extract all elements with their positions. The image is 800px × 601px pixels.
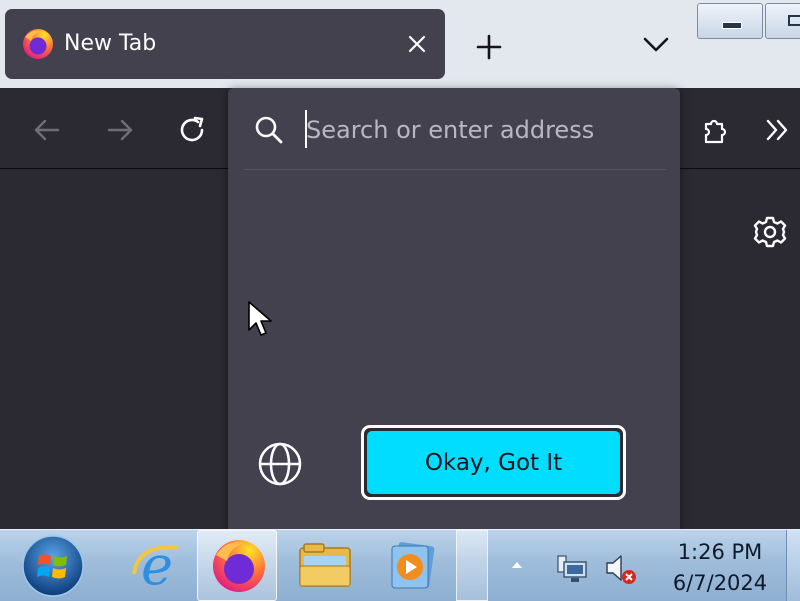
close-icon[interactable] xyxy=(402,29,432,59)
taskbar-file-explorer[interactable] xyxy=(284,530,364,601)
minimize-icon xyxy=(722,22,742,29)
okay-got-it-label: Okay, Got It xyxy=(367,431,620,494)
windows-start-orb[interactable] xyxy=(21,534,85,598)
tab-strip: New Tab xyxy=(0,0,800,88)
caret-up-icon[interactable] xyxy=(508,558,526,572)
arrow-right-icon[interactable] xyxy=(104,114,136,146)
svg-text:e: e xyxy=(141,536,173,594)
volume-muted-icon[interactable] xyxy=(603,550,639,586)
urlbar[interactable] xyxy=(228,88,680,170)
network-icon[interactable] xyxy=(554,550,590,586)
double-chevron-icon[interactable] xyxy=(762,114,794,146)
text-caret xyxy=(305,110,307,148)
firefox-icon xyxy=(23,29,53,59)
tab-title: New Tab xyxy=(64,31,157,56)
internet-explorer-icon: e xyxy=(132,536,179,594)
minimize-button[interactable] xyxy=(697,3,763,39)
okay-got-it-button[interactable]: Okay, Got It xyxy=(361,425,626,500)
search-icon xyxy=(255,116,283,144)
restore-button[interactable] xyxy=(765,3,800,39)
file-explorer-icon xyxy=(299,543,351,587)
taskbar-firefox[interactable] xyxy=(197,530,277,601)
clock-date[interactable]: 6/7/2024 xyxy=(660,571,780,595)
chevron-down-icon[interactable] xyxy=(637,28,675,62)
media-player-icon xyxy=(391,542,435,589)
tab-new-tab[interactable]: New Tab xyxy=(5,9,445,79)
firefox-icon xyxy=(213,540,265,592)
puzzle-icon[interactable] xyxy=(700,114,732,146)
restore-icon xyxy=(788,15,800,26)
taskbar-media-player[interactable] xyxy=(372,530,452,601)
clock-time[interactable]: 1:26 PM xyxy=(660,540,780,564)
address-input[interactable] xyxy=(306,108,656,152)
taskbar: e 1:26 PM 6/7/2024 xyxy=(0,529,800,601)
taskbar-scroll-button[interactable] xyxy=(456,530,488,601)
urlbar-dropdown: Okay, Got It xyxy=(228,88,680,533)
mouse-pointer-icon xyxy=(248,301,272,336)
gear-icon[interactable] xyxy=(752,214,788,250)
plus-icon[interactable] xyxy=(471,29,507,65)
arrow-left-icon[interactable] xyxy=(31,114,63,146)
globe-icon xyxy=(258,442,302,486)
show-desktop-button[interactable] xyxy=(786,530,800,601)
taskbar-internet-explorer[interactable]: e xyxy=(116,530,196,601)
reload-icon[interactable] xyxy=(176,114,208,146)
urlbar-divider xyxy=(244,169,666,170)
